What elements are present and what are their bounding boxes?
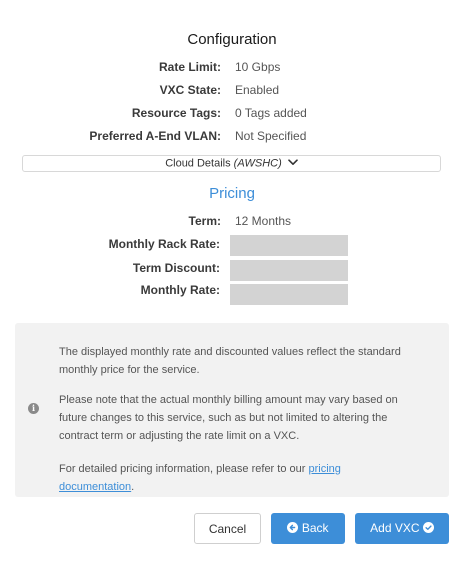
chevron-down-icon <box>288 156 298 171</box>
cancel-button[interactable]: Cancel <box>194 513 261 544</box>
cloud-details-label: Cloud Details <box>165 157 231 170</box>
rate-limit-row: Rate Limit: 10 Gbps <box>0 58 464 76</box>
vxc-review-page: Configuration Rate Limit: 10 Gbps VXC St… <box>0 0 474 569</box>
term-label: Term: <box>188 214 221 228</box>
back-button[interactable]: Back <box>271 513 345 544</box>
term-discount-label: Term Discount: <box>132 261 220 275</box>
monthly-rack-rate-redacted <box>230 235 348 256</box>
term-discount-redacted <box>230 260 348 281</box>
info-doc-prefix: For detailed pricing information, please… <box>59 463 309 475</box>
pricing-title: Pricing <box>209 185 255 202</box>
monthly-rack-rate-label: Monthly Rack Rate: <box>108 237 220 251</box>
configuration-title: Configuration <box>187 31 277 48</box>
info-paragraph-standard-price: The displayed monthly rate and discounte… <box>59 346 401 376</box>
add-vxc-button-label: Add VXC <box>370 521 420 535</box>
monthly-rate-redacted <box>230 284 348 305</box>
vxc-state-label: VXC State: <box>159 83 221 97</box>
check-circle-icon <box>422 522 434 534</box>
monthly-rate-label: Monthly Rate: <box>140 283 220 297</box>
rate-limit-label: Rate Limit: <box>158 60 221 74</box>
cloud-details-toggle[interactable]: Cloud Details (AWSHC) <box>22 155 441 172</box>
add-vxc-button[interactable]: Add VXC <box>355 513 449 544</box>
resource-tags-label: Resource Tags: <box>131 106 221 120</box>
info-doc-suffix: . <box>131 481 135 493</box>
cloud-details-provider: (AWSHC) <box>233 157 282 170</box>
pricing-info-box: i The displayed monthly rate and discoun… <box>15 323 449 497</box>
info-paragraph-billing-variance: Please note that the actual monthly bill… <box>59 394 398 442</box>
rate-limit-value: 10 Gbps <box>235 60 281 74</box>
term-value: 12 Months <box>235 214 292 228</box>
info-paragraph-documentation: For detailed pricing information, please… <box>59 460 419 496</box>
vxc-state-row: VXC State: Enabled <box>0 81 464 99</box>
term-row: Term: 12 Months <box>0 212 464 230</box>
a-end-vlan-row: Preferred A-End VLAN: Not Specified <box>0 127 464 145</box>
cancel-button-label: Cancel <box>208 522 247 536</box>
back-button-label: Back <box>301 521 329 535</box>
a-end-vlan-value: Not Specified <box>235 129 307 143</box>
arrow-left-circle-icon <box>287 522 299 534</box>
resource-tags-row: Resource Tags: 0 Tags added <box>0 104 464 122</box>
vxc-state-value: Enabled <box>235 83 280 97</box>
info-icon: i <box>28 403 39 414</box>
a-end-vlan-label: Preferred A-End VLAN: <box>89 129 221 143</box>
resource-tags-value: 0 Tags added <box>235 106 307 120</box>
